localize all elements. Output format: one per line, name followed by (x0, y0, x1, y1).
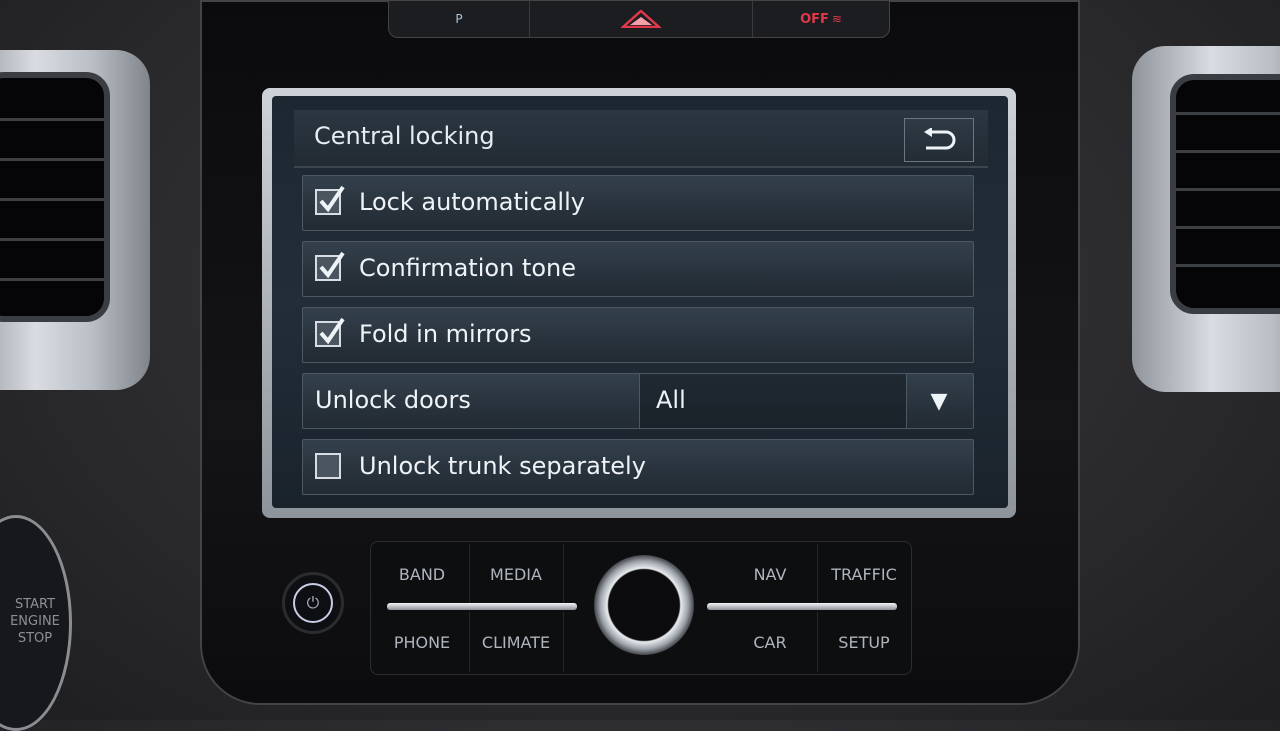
rotary-knob[interactable] (594, 555, 694, 655)
page-title: Central locking (314, 122, 495, 150)
media-button[interactable]: MEDIA (469, 544, 564, 604)
confirmation-tone-row[interactable]: Confirmation tone (302, 241, 974, 297)
checkmark-icon (319, 185, 345, 213)
phone-label: PHONE (393, 632, 451, 652)
fold-in-mirrors-checkbox[interactable] (315, 317, 345, 347)
car-label: CAR (753, 632, 787, 652)
fold-in-mirrors-row[interactable]: Fold in mirrors (302, 307, 974, 363)
unlock-trunk-checkbox[interactable] (315, 453, 341, 479)
checkmark-icon (319, 251, 345, 279)
start-stop-button[interactable]: START ENGINE STOP (0, 515, 72, 731)
back-button[interactable] (904, 118, 974, 162)
confirmation-tone-label: Confirmation tone (359, 254, 576, 282)
hazard-triangle-icon (621, 10, 661, 28)
chrome-trim-left (387, 603, 577, 610)
traffic-button[interactable]: TRAFFIC (817, 544, 911, 604)
vent-slat (1176, 188, 1280, 191)
chrome-trim-right (707, 603, 897, 610)
lock-automatically-row[interactable]: Lock automatically (302, 175, 974, 231)
triangle-down-icon: ▼ (930, 388, 948, 414)
vent-slat (1176, 226, 1280, 229)
nav-button[interactable]: NAV (723, 544, 818, 604)
vent-slat (0, 278, 104, 281)
unlock-doors-dropdown[interactable]: All (639, 374, 907, 428)
confirmation-tone-checkbox[interactable] (315, 251, 345, 281)
setup-label: SETUP (838, 632, 890, 652)
vent-slat (1176, 150, 1280, 153)
power-button[interactable]: ⏻ (282, 572, 344, 634)
right-air-vent (1132, 46, 1280, 392)
band-button[interactable]: BAND (375, 544, 470, 604)
park-assist-label: P (455, 12, 463, 26)
phone-button[interactable]: PHONE (375, 612, 470, 672)
traffic-label: TRAFFIC (831, 564, 897, 584)
car-button[interactable]: CAR (723, 612, 818, 672)
vent-slat (0, 198, 104, 201)
top-button-row: P OFF ≋ (388, 0, 890, 38)
vent-slat (0, 238, 104, 241)
unlock-doors-row: Unlock doors All ▼ (302, 373, 974, 429)
engine-text: ENGINE (10, 614, 60, 629)
climate-button[interactable]: CLIMATE (469, 612, 564, 672)
esc-off-button[interactable]: OFF ≋ (753, 1, 889, 37)
power-icon: ⏻ (306, 593, 320, 612)
right-vent-grille (1170, 74, 1280, 314)
setup-button[interactable]: SETUP (817, 612, 911, 672)
hazard-button[interactable] (530, 1, 753, 37)
left-vent-grille (0, 72, 110, 322)
checkmark-icon (319, 317, 345, 345)
park-assist-button[interactable]: P (389, 1, 530, 37)
screen-header: Central locking (294, 110, 988, 168)
media-label: MEDIA (490, 564, 542, 584)
unlock-doors-label: Unlock doors (315, 386, 471, 414)
start-text: START (14, 597, 56, 612)
vent-slat (0, 158, 104, 161)
vent-slat (0, 118, 104, 121)
start-stop-label: START ENGINE STOP (5, 596, 65, 647)
band-label: BAND (398, 564, 446, 584)
esc-off-label: OFF (800, 11, 829, 27)
nav-label: NAV (753, 564, 787, 584)
return-arrow-icon (924, 128, 956, 150)
stop-text: STOP (17, 631, 53, 646)
lock-automatically-checkbox[interactable] (315, 185, 345, 215)
display-screen: Central locking Lock automatically Confi… (272, 96, 1008, 508)
unlock-trunk-label: Unlock trunk separately (359, 452, 646, 480)
unlock-doors-value: All (656, 386, 686, 414)
left-air-vent (0, 50, 150, 390)
skid-car-icon: ≋ (831, 12, 842, 26)
vent-slat (1176, 112, 1280, 115)
vent-slat (1176, 264, 1280, 267)
fold-in-mirrors-label: Fold in mirrors (359, 320, 532, 348)
dropdown-toggle-button[interactable]: ▼ (905, 374, 973, 428)
lock-automatically-label: Lock automatically (359, 188, 585, 216)
unlock-trunk-row[interactable]: Unlock trunk separately (302, 439, 974, 495)
climate-label: CLIMATE (481, 632, 551, 652)
